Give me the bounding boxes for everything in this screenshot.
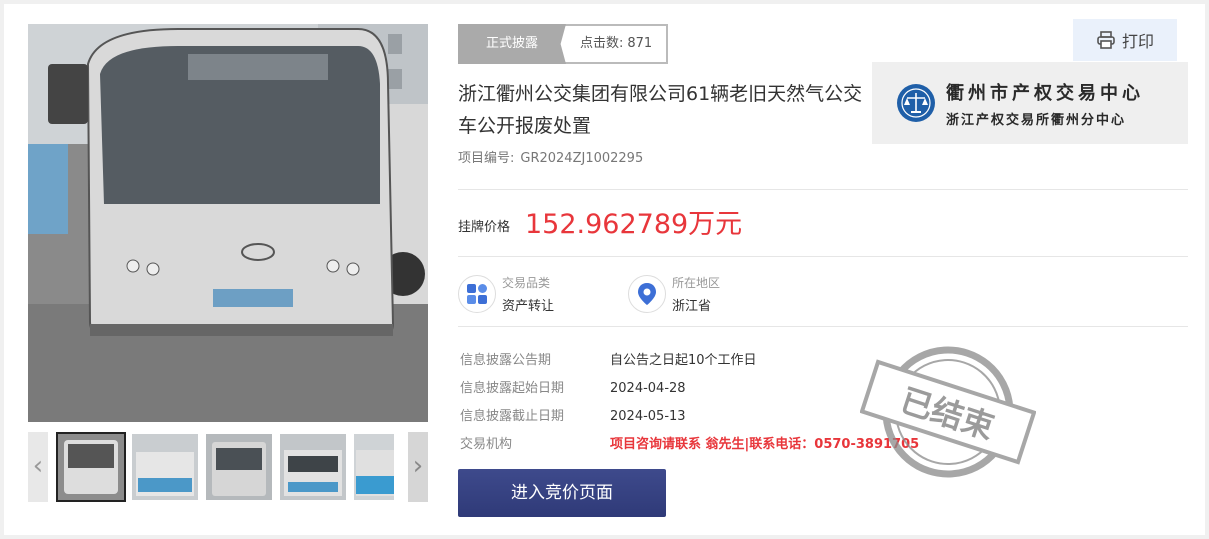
thumbnail[interactable] [206, 434, 272, 500]
divider [458, 189, 1188, 190]
listing-price-label: 挂牌价格 [458, 220, 511, 235]
chevron-right-icon[interactable]: › [408, 432, 428, 502]
scales-emblem-icon [897, 84, 935, 122]
status-badges: 正式披露 点击数: 871 [458, 24, 669, 64]
detail-key: 交易机构 [460, 437, 513, 452]
category-grid-icon [458, 275, 496, 313]
project-detail-card: ‹ › 正式披露 点击数: 871 打印 衢州市产权交易中心 浙江产权交易所衢州… [4, 4, 1205, 535]
click-count-value: 871 [627, 36, 653, 51]
thumbnail[interactable] [56, 432, 126, 502]
detail-key: 信息披露截止日期 [460, 409, 565, 424]
divider [458, 256, 1188, 257]
chevron-left-icon[interactable]: ‹ [28, 432, 48, 502]
detail-row: 信息披露公告期 自公告之日起10个工作日 [460, 349, 757, 368]
detail-row: 信息披露截止日期 2024-05-13 [460, 405, 686, 424]
trade-category-value: 资产转让 [502, 299, 555, 314]
location-pin-icon [628, 275, 666, 313]
click-count-label: 点击数: [580, 36, 624, 51]
trade-category-label: 交易品类 [502, 276, 551, 290]
logo-subtitle: 浙江产权交易所衢州分中心 [946, 112, 1127, 128]
region-value: 浙江省 [672, 299, 712, 314]
project-number-value: GR2024ZJ1002295 [520, 151, 644, 166]
thumbnail[interactable] [280, 434, 346, 500]
printer-icon [1097, 31, 1115, 49]
detail-value: 自公告之日起10个工作日 [610, 353, 757, 368]
thumbnail-strip: ‹ › [28, 432, 428, 502]
enter-bidding-button[interactable]: 进入竞价页面 [458, 469, 666, 517]
print-button[interactable]: 打印 [1073, 19, 1177, 61]
thumbnail[interactable] [132, 434, 198, 500]
formal-disclosure-badge: 正式披露 [458, 24, 566, 64]
divider [458, 326, 1188, 327]
detail-key: 信息披露公告期 [460, 353, 552, 368]
ended-stamp: 已结束 [859, 342, 1037, 482]
exchange-logo: 衢州市产权交易中心 浙江产权交易所衢州分中心 [872, 62, 1188, 144]
detail-row: 交易机构 项目咨询请联系 翁先生|联系电话：0570-3891705 [460, 433, 919, 452]
detail-key: 信息披露起始日期 [460, 381, 565, 396]
click-count-badge: 点击数: 871 [564, 24, 669, 64]
detail-value: 2024-04-28 [610, 381, 686, 396]
listing-price-value: 152.962789万元 [525, 209, 743, 240]
detail-row: 信息披露起始日期 2024-04-28 [460, 377, 686, 396]
project-number: 项目编号: GR2024ZJ1002295 [458, 147, 643, 166]
detail-value: 2024-05-13 [610, 409, 686, 424]
project-title: 浙江衢州公交集团有限公司61辆老旧天然气公交车公开报废处置 [458, 83, 863, 137]
region-label: 所在地区 [672, 276, 721, 290]
trade-category: 交易品类 资产转让 [458, 274, 554, 314]
print-label: 打印 [1121, 32, 1154, 51]
project-number-label: 项目编号: [458, 151, 515, 166]
main-bus-photo [28, 24, 428, 422]
logo-title: 衢州市产权交易中心 [946, 82, 1144, 104]
region: 所在地区 浙江省 [628, 274, 720, 314]
thumbnail[interactable] [354, 434, 394, 500]
